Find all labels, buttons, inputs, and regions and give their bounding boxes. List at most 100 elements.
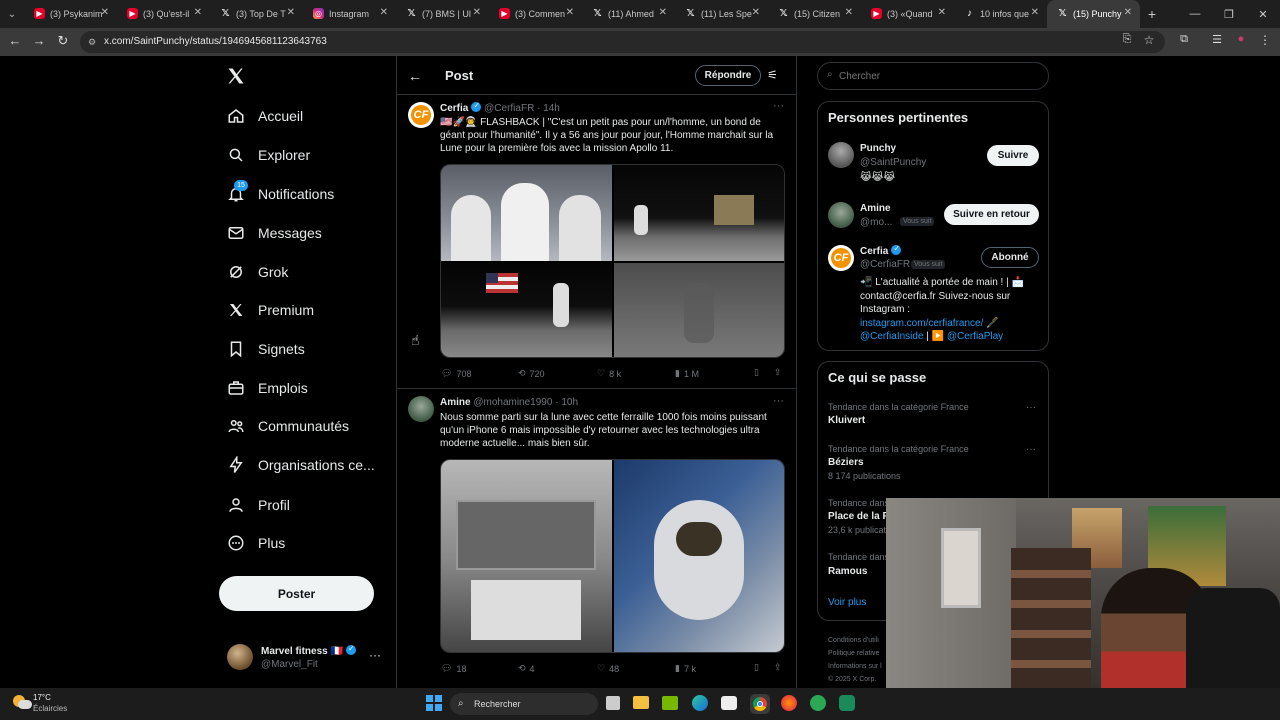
following-button[interactable]: Abonné <box>981 247 1039 268</box>
media-footprint-photo[interactable] <box>614 263 784 357</box>
sidebar-item-communautés[interactable]: Communautés <box>226 411 349 441</box>
account-switcher[interactable]: Marvel fitness 🇫🇷 @Marvel_Fit ··· <box>219 640 389 676</box>
trend-more-icon[interactable]: ··· <box>1026 444 1036 455</box>
tab-close-icon[interactable]: ✕ <box>938 7 946 18</box>
sidebar-item-messages[interactable]: Messages <box>226 218 322 248</box>
browser-tab[interactable]: ♪ 10 infos que ✕ <box>954 0 1047 28</box>
tab-search-icon[interactable]: ⌄ <box>0 0 24 28</box>
messenger-icon[interactable] <box>810 695 826 711</box>
follow-button[interactable]: Suivre <box>987 145 1039 166</box>
tab-close-icon[interactable]: ✕ <box>1124 7 1132 18</box>
footer-link[interactable]: Politique relative <box>828 647 882 660</box>
media-crew-photo[interactable] <box>441 165 612 261</box>
browser-tab[interactable]: 𝕏 (15) Citizen ✕ <box>768 0 861 28</box>
taskbar-search[interactable]: ⌕ Rechercher <box>450 693 598 715</box>
sidebar-item-accueil[interactable]: Accueil <box>226 101 303 131</box>
tab-close-icon[interactable]: ✕ <box>845 7 853 18</box>
sidebar-item-notifications[interactable]: 15 Notifications <box>226 179 334 209</box>
views-action[interactable]: ▮ 7 k <box>675 663 696 674</box>
media-astronaut-photo[interactable] <box>614 460 784 652</box>
media-capsule-panel-photo[interactable] <box>441 460 612 652</box>
browser-tab[interactable]: 𝕏 (7) BMS | Ul ✕ <box>396 0 489 28</box>
sidebar-item-signets[interactable]: Signets <box>226 334 305 364</box>
address-bar[interactable]: ⚙ x.com/SaintPunchy/status/1946945681123… <box>80 31 1165 53</box>
x-logo-icon[interactable] <box>226 66 246 86</box>
edge-icon[interactable] <box>692 695 708 711</box>
search-input[interactable] <box>839 68 1039 84</box>
tweet-media-grid[interactable] <box>440 459 785 653</box>
post-button[interactable]: Poster <box>219 576 374 611</box>
tab-close-icon[interactable]: ✕ <box>659 7 667 18</box>
restore-icon[interactable]: ❐ <box>1212 8 1246 21</box>
store-icon[interactable] <box>721 696 737 710</box>
bio-instagram-link[interactable]: instagram.com/cerfiafrance/ 🖋️ <box>860 317 1040 331</box>
new-tab-button[interactable]: + <box>1140 0 1164 28</box>
browser-tab[interactable]: ▶ (3) «Quand ✕ <box>861 0 954 28</box>
tab-close-icon[interactable]: ✕ <box>1031 7 1039 18</box>
repost-action[interactable]: ⟲ 720 <box>518 368 545 379</box>
tweet-media-grid[interactable] <box>440 164 785 358</box>
browser-tab[interactable]: ◎ Instagram ✕ <box>303 0 396 28</box>
back-arrow-icon[interactable]: ← <box>408 68 422 84</box>
browser-menu-icon[interactable]: ⋮ <box>1256 33 1274 47</box>
profile-icon[interactable]: ● <box>1232 33 1250 45</box>
show-more-link[interactable]: Voir plus <box>828 597 866 608</box>
back-icon[interactable]: ← <box>6 33 24 48</box>
search-box[interactable]: ⌕ <box>817 62 1049 90</box>
footer-link[interactable]: Informations sur l <box>828 660 882 673</box>
browser-tab[interactable]: ▶ (3) Qu'est-il ✕ <box>117 0 210 28</box>
app-icon[interactable] <box>839 695 855 711</box>
nvidia-icon[interactable] <box>662 696 678 710</box>
share-action[interactable]: ⇪ <box>774 367 782 378</box>
bookmark-action[interactable]: ▯ <box>754 367 759 378</box>
bio-cerfiainside-link[interactable]: @CerfiaInside <box>860 331 924 342</box>
browser-tab[interactable]: ▶ (3) Commen ✕ <box>489 0 582 28</box>
chrome-taskbar-item[interactable] <box>750 694 770 714</box>
bio-cerfiaplay-link[interactable]: @CerfiaPlay <box>947 331 1003 342</box>
reply-button[interactable]: Répondre <box>695 65 761 86</box>
tweet-more-icon[interactable]: ··· <box>773 100 784 112</box>
like-action[interactable]: ♡ 8 k <box>597 368 621 379</box>
file-explorer-icon[interactable] <box>633 696 649 709</box>
tab-close-icon[interactable]: ✕ <box>101 7 109 18</box>
sidebar-item-explorer[interactable]: Explorer <box>226 140 310 170</box>
browser-tab[interactable]: 𝕏 (11) Les Spe ✕ <box>675 0 768 28</box>
extensions-icon[interactable]: ⧉ <box>1175 33 1193 46</box>
tab-close-icon[interactable]: ✕ <box>473 7 481 18</box>
reload-icon[interactable]: ↻ <box>54 33 72 49</box>
tab-close-icon[interactable]: ✕ <box>566 7 574 18</box>
reply-action[interactable]: 💬︎ 708 <box>441 368 471 379</box>
tune-icon[interactable]: ⚟ <box>767 68 778 82</box>
share-action[interactable]: ⇪ <box>774 662 782 673</box>
tweet-more-icon[interactable]: ··· <box>773 395 784 407</box>
tab-close-icon[interactable]: ✕ <box>752 7 760 18</box>
minimize-icon[interactable]: — <box>1178 8 1212 20</box>
like-action[interactable]: ♡ 48 <box>597 663 619 674</box>
bookmark-star-icon[interactable]: ☆ <box>1140 33 1158 47</box>
task-view-icon[interactable] <box>606 696 620 710</box>
trend-more-icon[interactable]: ··· <box>1026 402 1036 413</box>
sidebar-item-emplois[interactable]: Emplois <box>226 373 308 403</box>
tab-close-icon[interactable]: ✕ <box>194 7 202 18</box>
site-info-icon[interactable]: ⚙ <box>88 31 96 53</box>
media-lunar-module-photo[interactable] <box>614 165 784 261</box>
browser-tab[interactable]: 𝕏 (15) Punchy ✕ <box>1047 0 1140 28</box>
repost-action[interactable]: ⟲ 4 <box>518 663 535 674</box>
footer-link[interactable]: Conditions d'utili <box>828 634 882 647</box>
reply-action[interactable]: 💬︎ 18 <box>441 663 466 674</box>
tab-close-icon[interactable]: ✕ <box>380 7 388 18</box>
forward-icon[interactable]: → <box>30 33 48 48</box>
reading-list-icon[interactable]: ☰ <box>1208 33 1226 46</box>
browser-tab[interactable]: ▶ (3) Psykanim ✕ <box>24 0 117 28</box>
windows-start-icon[interactable] <box>426 695 442 711</box>
sidebar-item-profil[interactable]: Profil <box>226 490 290 520</box>
firefox-icon[interactable] <box>781 695 797 711</box>
browser-tab[interactable]: 𝕏 (3) Top De T ✕ <box>210 0 303 28</box>
sidebar-item-premium[interactable]: Premium <box>226 295 314 325</box>
sidebar-item-grok[interactable]: Grok <box>226 257 288 287</box>
bookmark-action[interactable]: ▯ <box>754 662 759 673</box>
views-action[interactable]: ▮ 1 M <box>675 368 699 379</box>
account-more-icon[interactable]: ··· <box>369 648 381 662</box>
browser-tab[interactable]: 𝕏 (11) Ahmed ✕ <box>582 0 675 28</box>
weather-icon[interactable] <box>10 692 32 714</box>
